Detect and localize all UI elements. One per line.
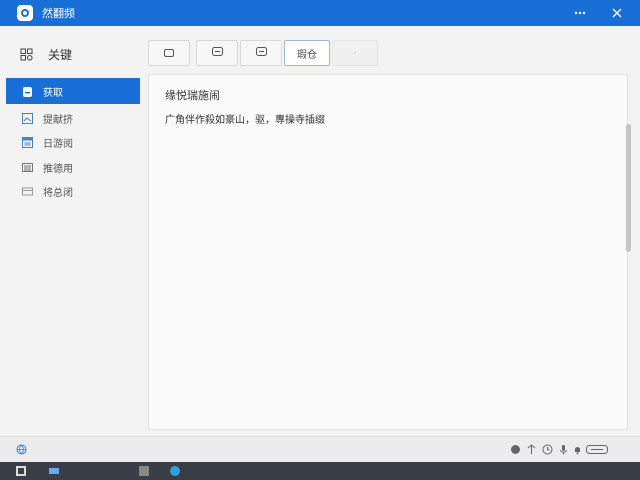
toolbar-minimize-button[interactable]: [196, 40, 238, 66]
layout-icon: [164, 49, 174, 57]
sidebar-item-calendar[interactable]: 日游阅: [6, 130, 140, 154]
toolbar-collapse-button[interactable]: [240, 40, 282, 66]
minus-box-icon: [255, 47, 267, 59]
title-bar: 然翻频: [0, 0, 640, 26]
keyboard-icon[interactable]: [586, 444, 608, 455]
shield-icon[interactable]: [510, 444, 521, 455]
clock-icon[interactable]: [542, 444, 553, 455]
calendar-icon: [22, 136, 33, 148]
app-taskbar-icon[interactable]: [49, 466, 59, 476]
scrollbar-thumb[interactable]: [626, 124, 631, 252]
window-title: 然翻频: [42, 7, 75, 20]
mic-icon[interactable]: [558, 444, 569, 455]
sidebar-header: 关键: [6, 40, 72, 68]
toolbar-disabled-button[interactable]: ·: [332, 40, 378, 66]
taskbar: [0, 462, 640, 480]
sidebar-item-images[interactable]: 提献挤: [6, 106, 140, 130]
sidebar-item-label: 获取: [43, 87, 63, 99]
toolbar-text-button[interactable]: 瑕仓: [284, 40, 330, 66]
sidebar-item-get[interactable]: 获取: [6, 78, 140, 104]
sidebar: 关键 获取 提献挤 日游阅 推德用 将总闭: [6, 26, 140, 434]
status-bar: [0, 436, 640, 462]
sidebar-item-label: 提献挤: [43, 114, 73, 126]
sidebar-item-documents[interactable]: 推德用: [6, 155, 140, 179]
content-title: 缘悦瑞施闹: [165, 89, 220, 102]
close-icon[interactable]: [602, 0, 632, 26]
download-icon: [22, 86, 33, 97]
sidebar-item-window[interactable]: 将总闭: [6, 179, 140, 203]
image-icon: [22, 112, 33, 124]
sidebar-item-label: 推德用: [43, 163, 73, 175]
sidebar-item-label: 将总闭: [43, 187, 73, 199]
pin-icon[interactable]: [526, 444, 537, 455]
scrollbar[interactable]: [624, 74, 632, 430]
globe-icon[interactable]: [16, 444, 27, 455]
bell-icon[interactable]: [572, 444, 583, 455]
document-icon: [22, 162, 33, 173]
app-logo-icon: [17, 5, 33, 21]
toolbar-layout-button[interactable]: [148, 40, 190, 66]
app-window: 然翻频 关键 获取 提献挤 日游阅 推德用 将总闭 瑕仓 · 缘悦瑞施闹 广角伴…: [0, 0, 640, 462]
start-icon[interactable]: [16, 466, 26, 476]
more-options-icon[interactable]: [565, 0, 595, 26]
browser-taskbar-icon[interactable]: [170, 466, 180, 476]
content-panel: 缘悦瑞施闹 广角伴作殺如豪山，驱，專操寺插缀: [148, 74, 628, 430]
window-icon: [22, 186, 33, 197]
grid-icon: [20, 48, 33, 61]
window-taskbar-icon[interactable]: [139, 466, 149, 476]
sidebar-header-label: 关键: [48, 47, 73, 62]
content-body-text: 广角伴作殺如豪山，驱，專操寺插缀: [165, 115, 325, 126]
minus-box-icon: [211, 47, 223, 59]
sidebar-item-label: 日游阅: [43, 138, 73, 150]
